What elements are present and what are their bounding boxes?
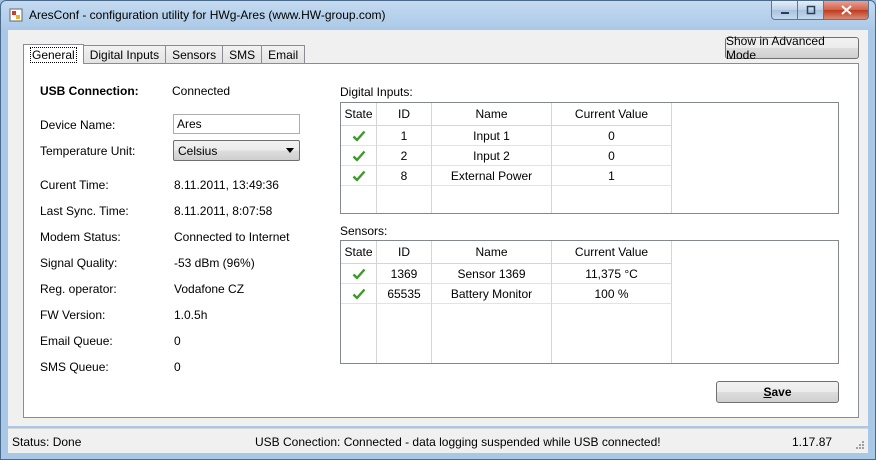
digital-inputs-title: Digital Inputs: [340,85,413,99]
client-area: General Digital Inputs Sensors SMS Email… [8,30,868,426]
title-bar[interactable]: AresConf - configuration utility for HWg… [1,1,875,29]
name-cell: External Power [432,166,552,186]
modem-status-label: Modem Status: [40,230,121,244]
check-icon [352,288,365,299]
tab-label: Email [268,47,299,62]
app-window: AresConf - configuration utility for HWg… [0,0,876,460]
sensors-title: Sensors: [340,224,388,238]
chevron-down-icon [286,148,294,153]
close-icon [840,5,852,15]
state-cell [341,126,377,146]
tab-general[interactable]: General [23,44,84,64]
minimize-icon [780,12,789,14]
email-queue-value: 0 [174,334,181,348]
state-cell [341,264,377,284]
save-mnemonic: S [763,385,772,399]
value-cell: 100 % [552,284,672,304]
show-advanced-mode-button[interactable]: Show in Advanced Mode [725,34,859,62]
tab-sensors[interactable]: Sensors [165,45,224,63]
id-cell: 1369 [377,264,432,284]
check-icon [352,170,365,181]
column-header-current-value[interactable]: Current Value [552,241,672,264]
usb-connection-value: Connected [172,84,231,98]
name-cell: Input 1 [432,126,552,146]
save-button[interactable]: Save [716,381,839,403]
general-tab-page: USB Connection: Connected Device Name: T… [23,63,859,418]
status-text: Status: Done [12,435,82,449]
check-icon [352,268,365,279]
tab-label: Digital Inputs [89,47,160,62]
column-header-name[interactable]: Name [432,241,552,264]
tab-digital-inputs[interactable]: Digital Inputs [82,45,167,63]
name-cell: Battery Monitor [432,284,552,304]
tab-strip: General Digital Inputs Sensors SMS Email [23,43,306,64]
temperature-unit-select[interactable]: Celsius [173,140,300,161]
name-cell: Sensor 1369 [432,264,552,284]
column-header-id[interactable]: ID [377,103,432,126]
last-sync-time-label: Last Sync. Time: [40,204,129,218]
current-time-label: Curent Time: [40,178,109,192]
column-header-name[interactable]: Name [432,103,552,126]
app-icon [9,8,23,22]
column-header-id[interactable]: ID [377,241,432,264]
digital-inputs-grid[interactable]: State ID Name Current Value 1 Input 1 0 [340,102,839,214]
tab-email[interactable]: Email [261,45,306,63]
state-cell [341,284,377,304]
state-cell [341,146,377,166]
usb-connection-status: USB Conection: Connected - data logging … [255,435,661,449]
id-cell: 1 [377,126,432,146]
reg-operator-value: Vodafone CZ [174,282,245,296]
temperature-unit-value: Celsius [178,144,218,158]
id-cell: 65535 [377,284,432,304]
id-cell: 2 [377,146,432,166]
window-title: AresConf - configuration utility for HWg… [29,8,386,22]
save-label: ave [771,385,792,399]
resize-grip-icon[interactable] [854,439,865,450]
state-cell [341,166,377,186]
sms-queue-value: 0 [174,360,181,374]
device-name-label: Device Name: [40,118,116,132]
fw-version-label: FW Version: [40,308,106,322]
fw-version-value: 1.0.5h [174,308,208,322]
temperature-unit-label: Temperature Unit: [40,144,136,158]
value-cell: 11,375 °C [552,264,672,284]
last-sync-time-value: 8.11.2011, 8:07:58 [174,204,273,218]
name-cell: Input 2 [432,146,552,166]
check-icon [352,150,365,161]
sensors-grid[interactable]: State ID Name Current Value 1369 Sensor … [340,240,839,364]
modem-status-value: Connected to Internet [174,230,290,244]
column-header-state[interactable]: State [341,241,377,264]
tab-sms[interactable]: SMS [222,45,263,63]
column-header-current-value[interactable]: Current Value [552,103,672,126]
caption-buttons [771,1,869,21]
tab-label: SMS [229,47,256,62]
signal-quality-label: Signal Quality: [40,256,118,270]
signal-quality-value: -53 dBm (96%) [174,256,255,270]
maximize-button[interactable] [798,1,824,20]
device-name-input[interactable] [173,114,300,134]
tab-label: Sensors [172,47,217,62]
usb-connection-label: USB Connection: [40,84,139,98]
value-cell: 0 [552,126,672,146]
sms-queue-label: SMS Queue: [40,360,109,374]
value-cell: 0 [552,146,672,166]
version-text: 1.17.87 [792,435,833,449]
email-queue-label: Email Queue: [40,334,113,348]
tab-label: General [30,46,77,63]
value-cell: 1 [552,166,672,186]
reg-operator-label: Reg. operator: [40,282,117,296]
maximize-icon [806,5,815,15]
current-time-value: 8.11.2011, 13:49:36 [174,178,279,192]
id-cell: 8 [377,166,432,186]
column-header-state[interactable]: State [341,103,377,126]
status-bar: Status: Done USB Conection: Connected - … [8,428,868,453]
minimize-button[interactable] [771,1,798,20]
close-button[interactable] [824,1,869,20]
check-icon [352,130,365,141]
